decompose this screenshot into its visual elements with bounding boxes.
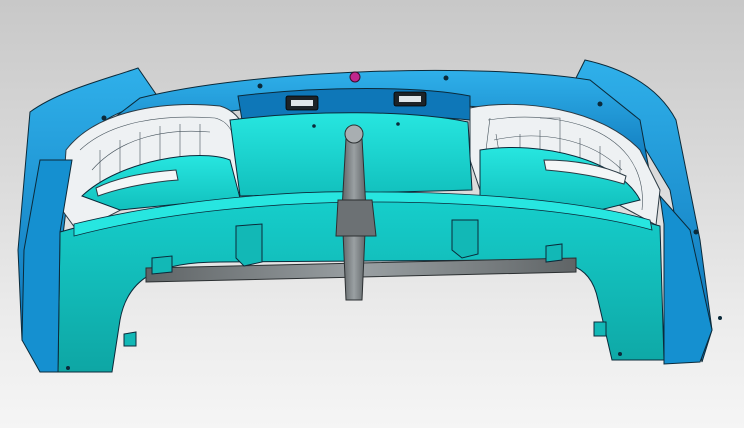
license-light-right-icon[interactable] [393, 91, 427, 107]
cad-viewport[interactable] [0, 0, 744, 428]
top-center-marker[interactable] [349, 71, 361, 83]
license-light-left-icon[interactable] [285, 95, 319, 111]
bumper-model[interactable] [0, 0, 744, 428]
lower-tabs[interactable] [123, 321, 607, 347]
